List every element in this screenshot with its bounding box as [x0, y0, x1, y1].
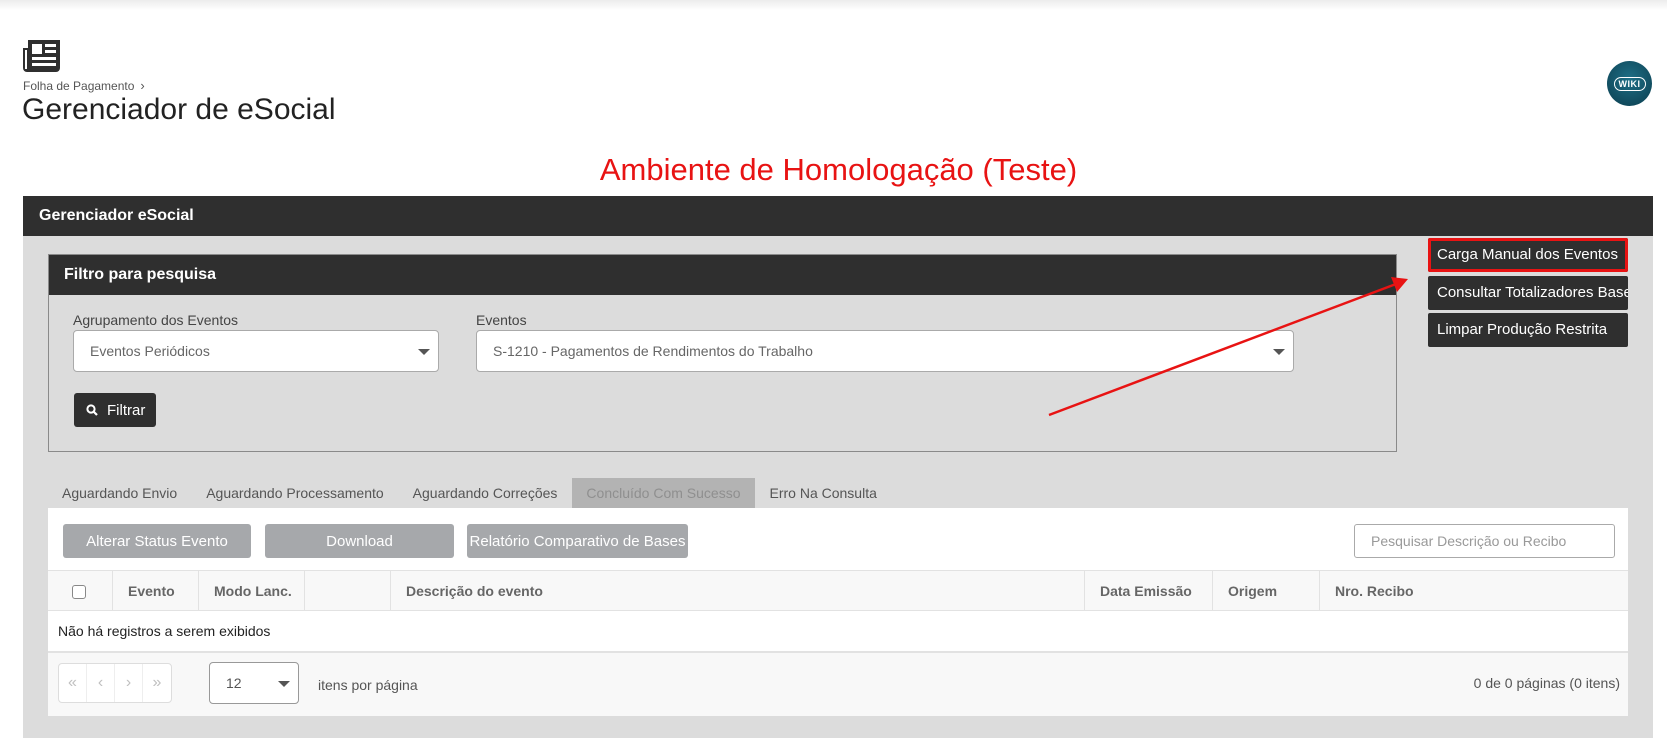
filter-title: Filtro para pesquisa: [49, 255, 1396, 295]
filter-button-label: Filtrar: [107, 401, 146, 419]
events-select-value: S-1210 - Pagamentos de Rendimentos do Tr…: [493, 343, 813, 359]
select-all-cell: [48, 571, 112, 611]
group-label: Agrupamento dos Eventos: [73, 312, 238, 328]
caret-down-icon: [418, 349, 430, 355]
group-select-value: Eventos Periódicos: [90, 343, 210, 359]
environment-banner-text: Ambiente de Homologação (Teste): [599, 152, 1078, 187]
page-title: Gerenciador de eSocial: [22, 93, 336, 126]
panel-title: Gerenciador eSocial: [23, 196, 1653, 236]
filter-box: Filtro para pesquisa Agrupamento dos Eve…: [48, 254, 1397, 452]
newspaper-icon: [23, 40, 60, 72]
group-select[interactable]: Eventos Periódicos: [73, 330, 439, 372]
filter-button[interactable]: Filtrar: [74, 393, 156, 427]
pagination: « ‹ › » 12 itens por página 0 de 0 págin…: [48, 652, 1628, 716]
caret-down-icon: [1273, 349, 1285, 355]
search-icon: [86, 404, 98, 416]
breadcrumb: Folha de Pagamento ›: [23, 78, 145, 93]
prev-page-button[interactable]: ‹: [87, 664, 115, 702]
breadcrumb-link-folha[interactable]: Folha de Pagamento: [23, 79, 134, 93]
caret-down-icon: [278, 681, 290, 687]
first-page-button[interactable]: «: [59, 664, 87, 702]
tab-aguardando-correcoes[interactable]: Aguardando Correções: [399, 478, 572, 508]
download-button[interactable]: Download: [265, 524, 454, 558]
clear-restricted-button[interactable]: Limpar Produção Restrita: [1428, 313, 1628, 347]
comparative-report-button[interactable]: Relatório Comparativo de Bases: [467, 524, 688, 558]
col-evento[interactable]: Evento: [112, 571, 198, 611]
last-page-button[interactable]: »: [143, 664, 171, 702]
col-modo-lanc[interactable]: Modo Lanc.: [198, 571, 304, 611]
tab-aguardando-envio[interactable]: Aguardando Envio: [48, 478, 191, 508]
select-all-checkbox[interactable]: [72, 585, 86, 599]
page-size-value: 12: [226, 675, 242, 691]
alter-status-button[interactable]: Alterar Status Evento: [63, 524, 251, 558]
tab-concluido-com-sucesso[interactable]: Concluído Com Sucesso: [572, 478, 755, 508]
search-input[interactable]: Pesquisar Descrição ou Recibo: [1354, 524, 1615, 558]
tab-aguardando-processamento[interactable]: Aguardando Processamento: [192, 478, 397, 508]
events-content: Alterar Status Evento Download Relatório…: [48, 508, 1628, 716]
wiki-icon: WIKI: [1613, 76, 1646, 91]
events-select[interactable]: S-1210 - Pagamentos de Rendimentos do Tr…: [476, 330, 1294, 372]
esocial-panel: Gerenciador eSocial Filtro para pesquisa…: [23, 196, 1653, 738]
manual-load-button[interactable]: Carga Manual dos Eventos: [1428, 238, 1628, 272]
pagination-info: 0 de 0 páginas (0 itens): [1473, 675, 1620, 691]
next-page-button[interactable]: ›: [115, 664, 143, 702]
events-label: Eventos: [476, 312, 527, 328]
page-size-label: itens por página: [318, 677, 418, 693]
col-origem[interactable]: Origem: [1212, 571, 1319, 611]
table-header: Evento Modo Lanc. Descrição do evento Da…: [48, 570, 1628, 611]
wiki-button[interactable]: WIKI: [1607, 61, 1652, 106]
col-nro-recibo[interactable]: Nro. Recibo: [1319, 571, 1628, 611]
col-descricao[interactable]: Descrição do evento: [390, 571, 1084, 611]
chevron-right-icon: ›: [140, 78, 145, 93]
pager-buttons: « ‹ › »: [58, 663, 172, 703]
status-tabs: Aguardando Envio Aguardando Processament…: [48, 478, 892, 508]
tab-erro-na-consulta[interactable]: Erro Na Consulta: [756, 478, 891, 508]
top-shadow: [0, 0, 1667, 10]
col-blank: [304, 571, 390, 611]
col-data-emissao[interactable]: Data Emissão: [1084, 571, 1212, 611]
empty-message: Não há registros a serem exibidos: [48, 611, 1628, 652]
totalizers-button[interactable]: Consultar Totalizadores Base: [1428, 276, 1628, 310]
environment-banner: Ambiente de Homologação (Teste): [0, 152, 1667, 188]
page-size-select[interactable]: 12: [209, 662, 299, 704]
